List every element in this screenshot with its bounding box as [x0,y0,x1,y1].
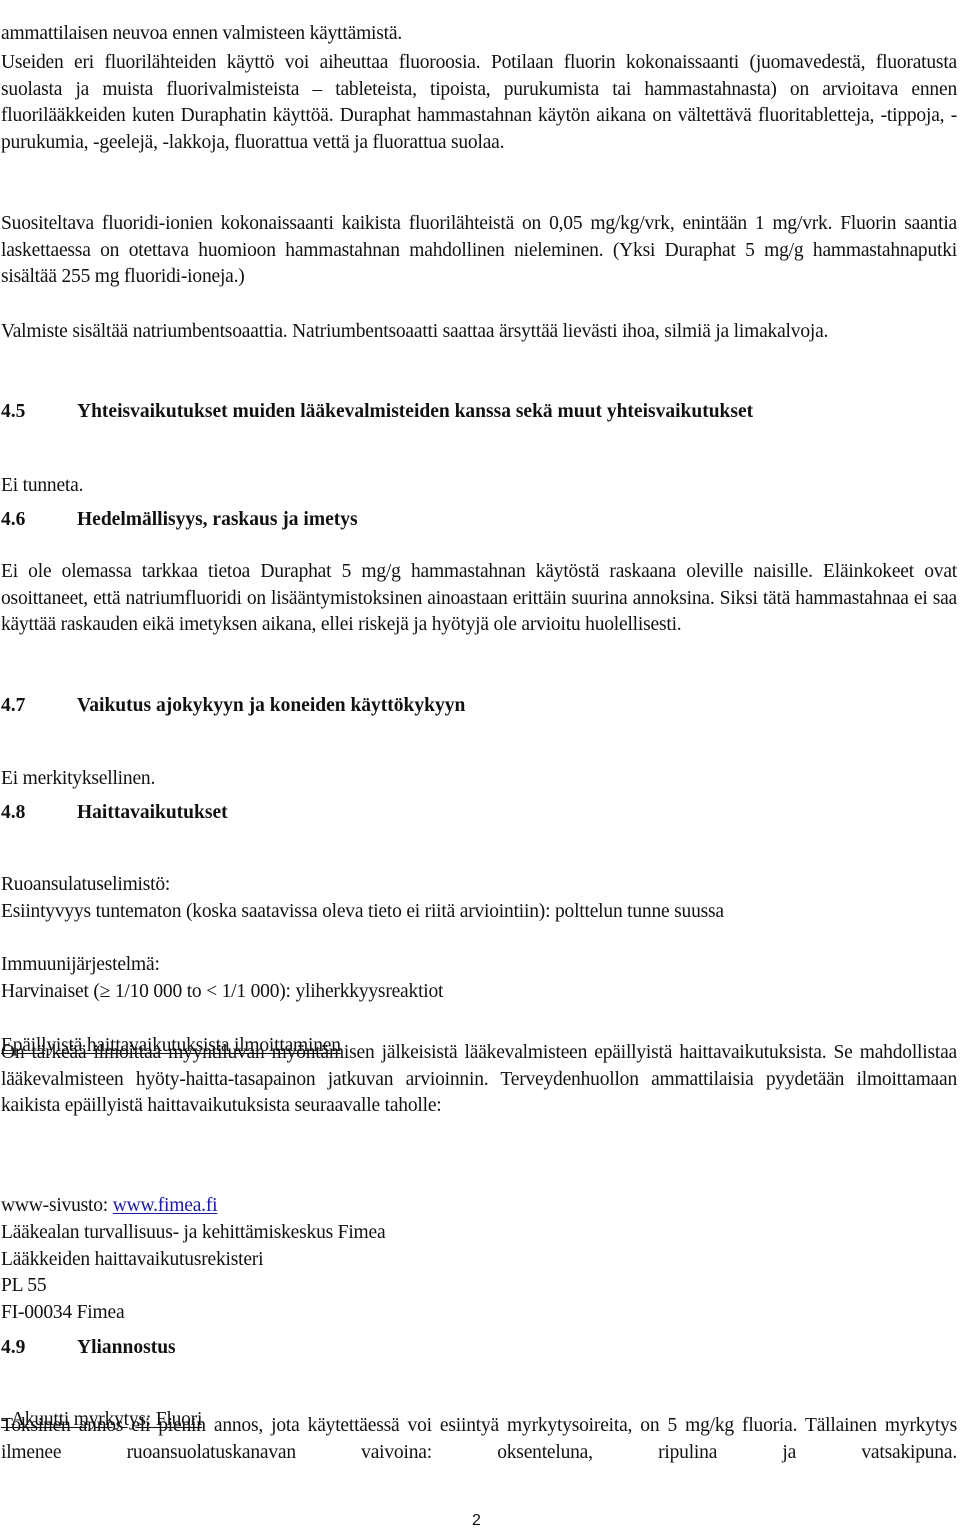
website-line: www-sivusto: www.fimea.fi [1,1193,218,1219]
immune-label: Immuunijärjestelmä: [1,953,160,975]
overdose-body: Toksinen annos eli pienin annos, jota kä… [1,1415,957,1463]
section-title: Vaikutus ajokykyyn ja koneiden käyttökyk… [77,695,466,716]
section-4-7-body: Ei merkityksellinen. [1,767,156,789]
section-title: Yhteisvaikutukset muiden lääkevalmisteid… [77,401,754,422]
section-heading-4-9: 4.9 Yliannostus [1,1335,176,1361]
address-line: Lääkealan turvallisuus- ja kehittämiskes… [1,1221,386,1243]
address-line: FI-00034 Fimea [1,1301,125,1323]
paragraph-fluorosis: Useiden eri fluorilähteiden käyttö voi a… [1,52,957,153]
section-number: 4.9 [1,1337,26,1358]
address-line: Lääkkeiden haittavaikutusrekisteri [1,1248,264,1270]
section-number: 4.5 [1,401,26,422]
section-4-6-body: Ei ole olemassa tarkkaa tietoa Duraphat … [1,561,957,636]
section-number: 4.8 [1,802,26,823]
section-title: Hedelmällisyys, raskaus ja imetys [77,509,358,530]
section-number: 4.6 [1,509,26,530]
section-heading-4-7: 4.7 Vaikutus ajokykyyn ja koneiden käyttö… [1,693,465,719]
paragraph-benzoate: Valmiste sisältää natriumbentsoaattia. N… [1,321,829,342]
immune-text: Harvinaiset (≥ 1/10 000 to < 1/1 000): y… [1,980,444,1002]
section-number: 4.7 [1,695,26,716]
section-heading-4-5: 4.5 Yhteisvaikutukset muiden lääkevalmist… [1,399,753,425]
paragraph-intro-tail: ammattilaisen neuvoa ennen valmisteen kä… [1,22,402,44]
report-text: On tärkeää ilmoittaa myyntiluvan myöntäm… [1,1042,957,1117]
section-4-5-body: Ei tunneta. [1,474,84,496]
website-label: www-sivusto: [1,1194,113,1216]
paragraph-intake: Suositeltava fluoridi-ionien kokonaissaa… [1,213,957,288]
address-line: PL 55 [1,1274,47,1296]
section-title: Haittavaikutukset [77,802,228,823]
section-title: Yliannostus [77,1337,176,1358]
section-heading-4-6: 4.6 Hedelmällisyys, raskaus ja imetys [1,507,358,533]
section-heading-4-8: 4.8 Haittavaikutukset [1,800,228,826]
fimea-website-link[interactable]: www.fimea.fi [113,1195,218,1216]
gi-text: Esiintyvyys tuntematon (koska saatavissa… [1,900,724,922]
page-number: 2 [472,1512,481,1529]
gi-label: Ruoansulatuselimistö: [1,873,171,895]
